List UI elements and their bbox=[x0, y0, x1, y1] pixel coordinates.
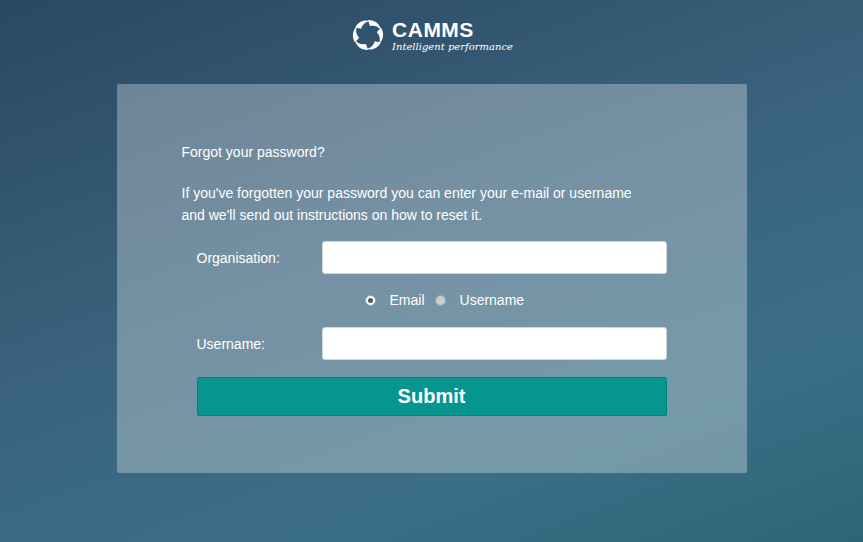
lookup-option-label: Email bbox=[390, 292, 425, 308]
organisation-row: Organisation: bbox=[197, 241, 667, 274]
logo-tagline: Intelligent performance bbox=[392, 40, 513, 54]
lookup-option[interactable]: Username bbox=[435, 292, 525, 308]
radio-icon[interactable] bbox=[365, 295, 376, 306]
organisation-input[interactable] bbox=[322, 241, 667, 274]
lookup-option-label: Username bbox=[460, 292, 525, 308]
organisation-label: Organisation: bbox=[197, 250, 322, 266]
logo: CAMMSIntelligent performance bbox=[350, 0, 513, 84]
instruction-line: If you've forgotten your password you ca… bbox=[182, 182, 747, 204]
instructions: If you've forgotten your password you ca… bbox=[182, 182, 747, 226]
logo-text: CAMMSIntelligent performance bbox=[392, 17, 513, 54]
reset-panel: Forgot your password? If you've forgotten… bbox=[117, 84, 747, 473]
camms-logo-icon bbox=[350, 17, 386, 53]
reset-form: Organisation: Email Username Username: Submi… bbox=[197, 241, 667, 416]
lookup-options: Email Username bbox=[197, 288, 667, 312]
username-label: Username: bbox=[197, 336, 322, 352]
instruction-line: and we'll send out instructions on how t… bbox=[182, 204, 747, 226]
lookup-option[interactable]: Email bbox=[365, 292, 425, 308]
username-row: Username: bbox=[197, 327, 667, 360]
logo-name: CAMMS bbox=[392, 20, 513, 40]
radio-icon[interactable] bbox=[435, 295, 446, 306]
login-page: CAMMSIntelligent performance Forgot your … bbox=[0, 0, 863, 542]
heading: Forgot your password? bbox=[182, 142, 747, 162]
username-input[interactable] bbox=[322, 327, 667, 360]
submit-button[interactable]: Submit bbox=[197, 377, 667, 416]
